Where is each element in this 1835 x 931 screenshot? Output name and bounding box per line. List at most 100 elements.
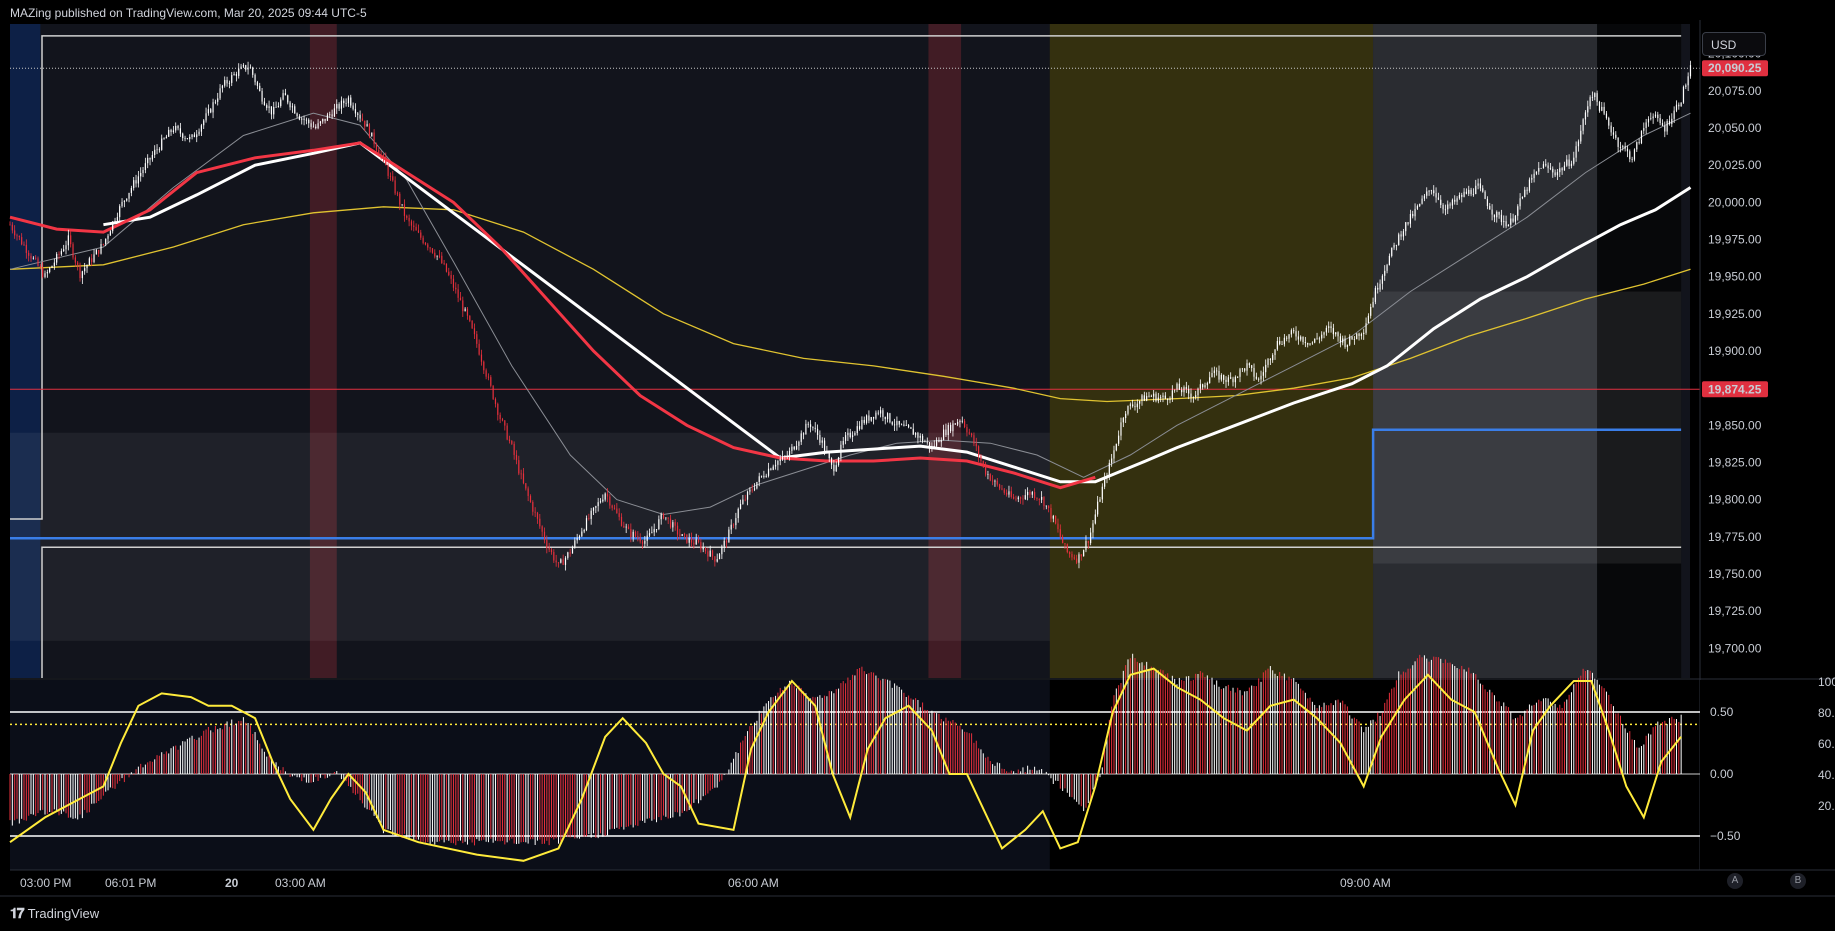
candle-body [1379,283,1381,290]
candle-body [637,536,639,538]
candle-body [758,476,760,482]
candle-body [753,488,756,490]
candle-body [1407,222,1409,224]
candle-body [1164,395,1166,399]
candle-body [800,433,802,442]
candle-body [819,435,821,443]
candle-body [158,149,160,151]
candle-body [520,473,522,475]
candle-body [268,106,270,108]
candle-body [1661,123,1664,126]
candle-body [833,464,835,472]
candle-body [1115,443,1117,451]
candle-body [1426,191,1428,196]
candle-body [578,536,581,538]
candle-body [940,439,942,443]
candle-body [191,134,193,137]
candle-body [389,175,392,177]
candle-body [18,235,20,238]
y-tick-label: 19,925.00 [1708,307,1762,321]
candle-body [751,489,753,491]
candle-body [744,499,746,501]
candle-body [329,114,331,116]
currency-selector[interactable]: USD [1702,32,1766,56]
candle-body [333,108,336,117]
candle-body [205,113,207,121]
candle-body [319,121,322,124]
candle-body [119,206,121,218]
candle-body [1381,275,1383,284]
candle-body [562,559,564,565]
candle-body [947,424,949,436]
candle-body [1349,336,1351,345]
candle-body [774,464,777,467]
candle-body [23,244,25,246]
candle-body [1384,270,1386,276]
candle-body [536,512,539,519]
log-scale-button[interactable]: B [1790,873,1806,889]
candle-body [924,441,926,443]
candle-body [784,456,786,458]
candle-body [702,547,704,550]
candle-body [1017,497,1019,500]
candle-body [436,255,438,257]
candle-body [723,540,725,547]
candle-body [1328,326,1330,328]
candle-body [1085,541,1087,551]
candle-body [1416,205,1419,209]
candle-body [763,475,765,477]
candle-body [735,518,737,526]
candle-body [1442,204,1444,210]
candle-body [375,144,378,150]
candle-body [1598,101,1601,111]
candle-body [639,537,641,542]
candle-body [1638,142,1640,144]
candle-body [992,480,994,482]
candle-body [63,249,65,252]
candle-body [1659,118,1661,124]
candle-body [1575,146,1577,158]
candle-body [1122,418,1124,423]
candle-body [275,106,277,108]
candle-body [665,517,667,519]
candle-body [1269,359,1271,361]
candle-body [1388,255,1390,266]
candle-body [672,522,674,528]
candle-body [459,297,462,301]
candle-body [1204,385,1206,388]
candle-body [634,531,637,537]
candle-body [821,440,823,443]
candle-body [1101,486,1103,500]
candle-body [67,235,69,246]
candle-body [44,273,46,277]
candle-body [387,165,389,176]
candle-body [343,100,345,104]
candle-body [905,425,907,426]
candle-body [928,442,931,448]
candle-body [931,445,933,448]
candle-body [354,109,357,114]
candle-body [1048,505,1050,509]
y-tick-label: 19,775.00 [1708,530,1762,544]
candle-body [835,465,837,472]
candle-body [1505,221,1507,227]
candle-body [347,97,350,104]
candle-body [945,429,947,436]
auto-scale-button[interactable]: A [1727,873,1743,889]
candle-body [473,328,476,335]
candle-body [1029,491,1031,495]
candle-body [179,128,181,134]
candle-body [210,109,212,113]
candle-body [233,74,235,76]
dim-zone [10,432,1050,641]
candle-body [86,265,88,269]
candle-body [1213,370,1215,374]
y-tick-label: 19,975.00 [1708,233,1762,247]
candle-body [1260,375,1262,380]
candle-body [1302,336,1304,343]
candle-body [688,537,690,543]
candle-body [1486,198,1489,207]
candle-body [978,446,980,457]
candle-body [1027,491,1029,496]
candle-body [84,268,86,272]
